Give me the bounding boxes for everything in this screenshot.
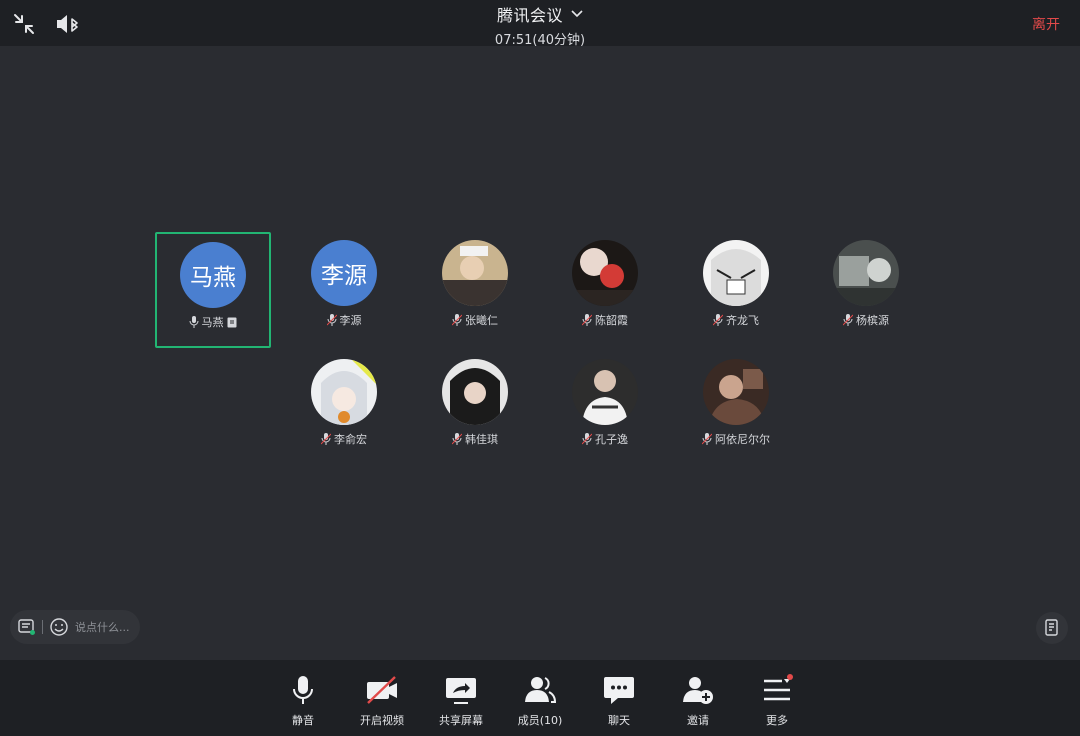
participant-tile-liyuhong[interactable]: 李俞宏 (286, 351, 402, 467)
participant-tile-hanjiaqi[interactable]: 韩佳琪 (417, 351, 533, 467)
video-off-icon (367, 676, 397, 704)
document-icon (1045, 619, 1058, 636)
more-label: 更多 (766, 714, 788, 727)
share-screen-button[interactable]: 共享屏幕 (421, 674, 501, 728)
mic-icon (189, 316, 198, 328)
participant-tile-qilongfei[interactable]: 齐龙飞 (678, 232, 794, 348)
participant-name: 阿依尼尔尔 (715, 433, 770, 446)
notification-dot (787, 674, 793, 680)
mic-muted-icon (452, 314, 462, 326)
invite-label: 邀请 (687, 714, 709, 727)
avatar-photo (703, 240, 769, 306)
participant-name: 孔子逸 (595, 433, 628, 446)
avatar-photo (572, 240, 638, 306)
avatar-photo (311, 359, 377, 425)
add-user-icon (683, 677, 713, 704)
members-button[interactable]: 成员(10) (500, 674, 580, 728)
start-video-button[interactable]: 开启视频 (342, 674, 422, 728)
participant-grid: 马燕 马燕 李源 李源 张曦仁 陈韶霞 齐龙飞 杨槟源 李俞宏 韩佳琪 孔子逸 … (0, 0, 1080, 660)
members-icon (525, 677, 557, 703)
avatar: 李源 (311, 240, 377, 306)
invite-button[interactable]: 邀请 (658, 674, 738, 728)
participant-name: 韩佳琪 (465, 433, 498, 446)
participant-tile-mayan[interactable]: 马燕 马燕 (155, 232, 271, 348)
share-screen-label: 共享屏幕 (439, 714, 483, 727)
avatar: 马燕 (180, 242, 246, 308)
emoji-icon[interactable] (49, 617, 69, 637)
chat-button[interactable]: 聊天 (579, 674, 659, 728)
participant-name: 张曦仁 (465, 314, 498, 327)
participant-tile-chenshaoxia[interactable]: 陈韶霞 (547, 232, 663, 348)
host-badge-icon (227, 317, 236, 327)
chat-placeholder[interactable]: 说点什么... (75, 619, 130, 635)
avatar-photo (833, 240, 899, 306)
more-button[interactable]: 更多 (737, 674, 817, 728)
avatar-photo (703, 359, 769, 425)
members-label: 成员(10) (517, 714, 563, 727)
participant-name: 陈韶霞 (595, 314, 628, 327)
participant-tile-ayinier[interactable]: 阿依尼尔尔 (678, 351, 794, 467)
chat-icon (604, 677, 634, 704)
participant-tile-liyuan[interactable]: 李源 李源 (286, 232, 402, 348)
mic-muted-icon (326, 314, 337, 326)
bottom-toolbar: 静音 开启视频 共享屏幕 成员(10) 聊天 邀请 更多 (0, 660, 1080, 736)
participant-tile-kongziyi[interactable]: 孔子逸 (547, 351, 663, 467)
participant-tile-yangbinyuan[interactable]: 杨槟源 (808, 232, 924, 348)
share-screen-icon (446, 678, 476, 704)
participant-name: 齐龙飞 (726, 314, 759, 327)
mic-muted-icon (582, 433, 592, 445)
participant-name: 李源 (339, 314, 362, 327)
chat-input-pill[interactable]: 说点什么... (10, 610, 140, 644)
participant-name: 马燕 (201, 316, 224, 329)
participant-name: 杨槟源 (856, 314, 889, 327)
start-video-label: 开启视频 (360, 714, 404, 727)
chat-list-icon[interactable] (18, 618, 36, 636)
avatar-photo (442, 240, 508, 306)
mic-muted-icon (452, 433, 462, 445)
participant-name: 李俞宏 (334, 433, 367, 446)
mute-button[interactable]: 静音 (263, 674, 343, 728)
chat-label: 聊天 (608, 714, 630, 727)
avatar-photo (442, 359, 508, 425)
mic-muted-icon (321, 433, 331, 445)
mic-muted-icon (582, 314, 592, 326)
more-menu-icon (764, 674, 793, 701)
notes-button[interactable] (1036, 612, 1068, 644)
microphone-icon (293, 676, 313, 704)
avatar-photo (572, 359, 638, 425)
participant-tile-zhangxiren[interactable]: 张曦仁 (417, 232, 533, 348)
mic-muted-icon (713, 314, 723, 326)
mic-muted-icon (702, 433, 712, 445)
mute-label: 静音 (292, 714, 314, 727)
divider (42, 620, 43, 634)
mic-muted-icon (843, 314, 853, 326)
